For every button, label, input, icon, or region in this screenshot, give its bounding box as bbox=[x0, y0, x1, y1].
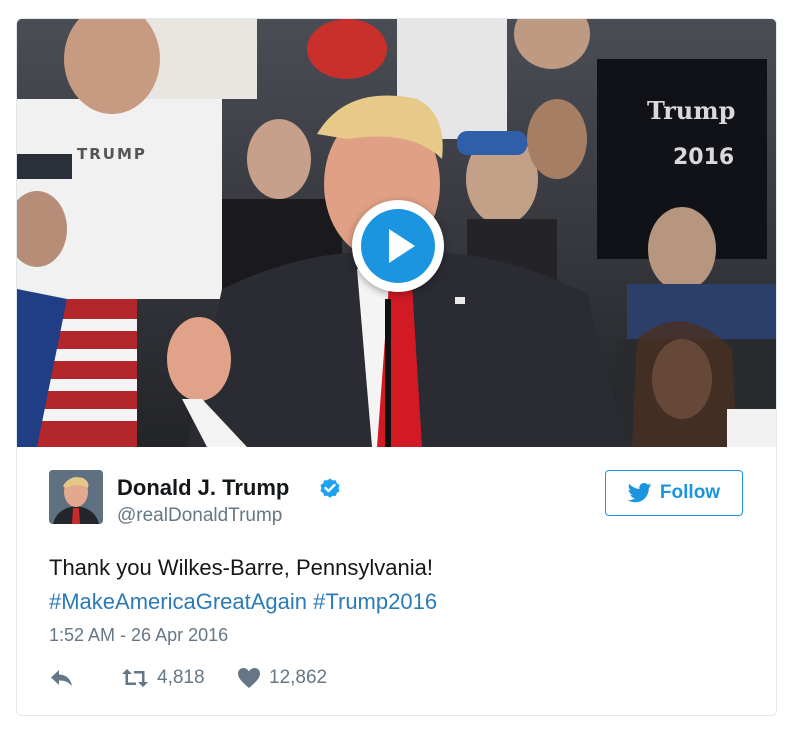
tweet-body: Thank you Wilkes-Barre, Pennsylvania! bbox=[49, 555, 433, 580]
retweet-icon bbox=[122, 669, 148, 687]
video-player[interactable]: TRUMP Trump 2016 bbox=[17, 19, 776, 447]
reply-button[interactable] bbox=[49, 667, 75, 689]
follow-button[interactable]: Follow bbox=[605, 470, 743, 516]
hashtag-link[interactable]: #Trump2016 bbox=[313, 589, 437, 614]
heart-icon bbox=[238, 668, 260, 688]
crowd-shirt-text-right: Trump bbox=[647, 96, 735, 125]
profile-photo-icon bbox=[49, 470, 103, 524]
retweet-count: 4,818 bbox=[157, 667, 205, 688]
play-button-circle bbox=[361, 209, 435, 283]
author-name[interactable]: Donald J. Trump bbox=[117, 475, 289, 501]
embedded-tweet-card: TRUMP Trump 2016 Donald J. Trump @realDo… bbox=[16, 18, 777, 716]
like-button[interactable]: 12,862 bbox=[237, 667, 327, 689]
twitter-bird-icon bbox=[627, 483, 652, 503]
author-avatar[interactable] bbox=[49, 470, 103, 524]
author-handle[interactable]: @realDonaldTrump bbox=[117, 505, 282, 527]
crowd-shirt-text-left: TRUMP bbox=[77, 145, 147, 163]
follow-button-label: Follow bbox=[659, 482, 721, 503]
retweet-button[interactable]: 4,818 bbox=[121, 667, 205, 689]
like-count: 12,862 bbox=[269, 667, 328, 688]
crowd-shirt-year-right: 2016 bbox=[673, 145, 734, 170]
tweet-text: Thank you Wilkes-Barre, Pennsylvania! #M… bbox=[49, 551, 749, 619]
play-button[interactable] bbox=[352, 200, 444, 292]
verified-badge-icon bbox=[320, 478, 340, 498]
hashtag-link[interactable]: #MakeAmericaGreatAgain bbox=[49, 589, 307, 614]
play-icon bbox=[389, 229, 415, 263]
reply-icon bbox=[51, 670, 72, 686]
tweet-timestamp[interactable]: 1:52 AM - 26 Apr 2016 bbox=[49, 625, 228, 646]
